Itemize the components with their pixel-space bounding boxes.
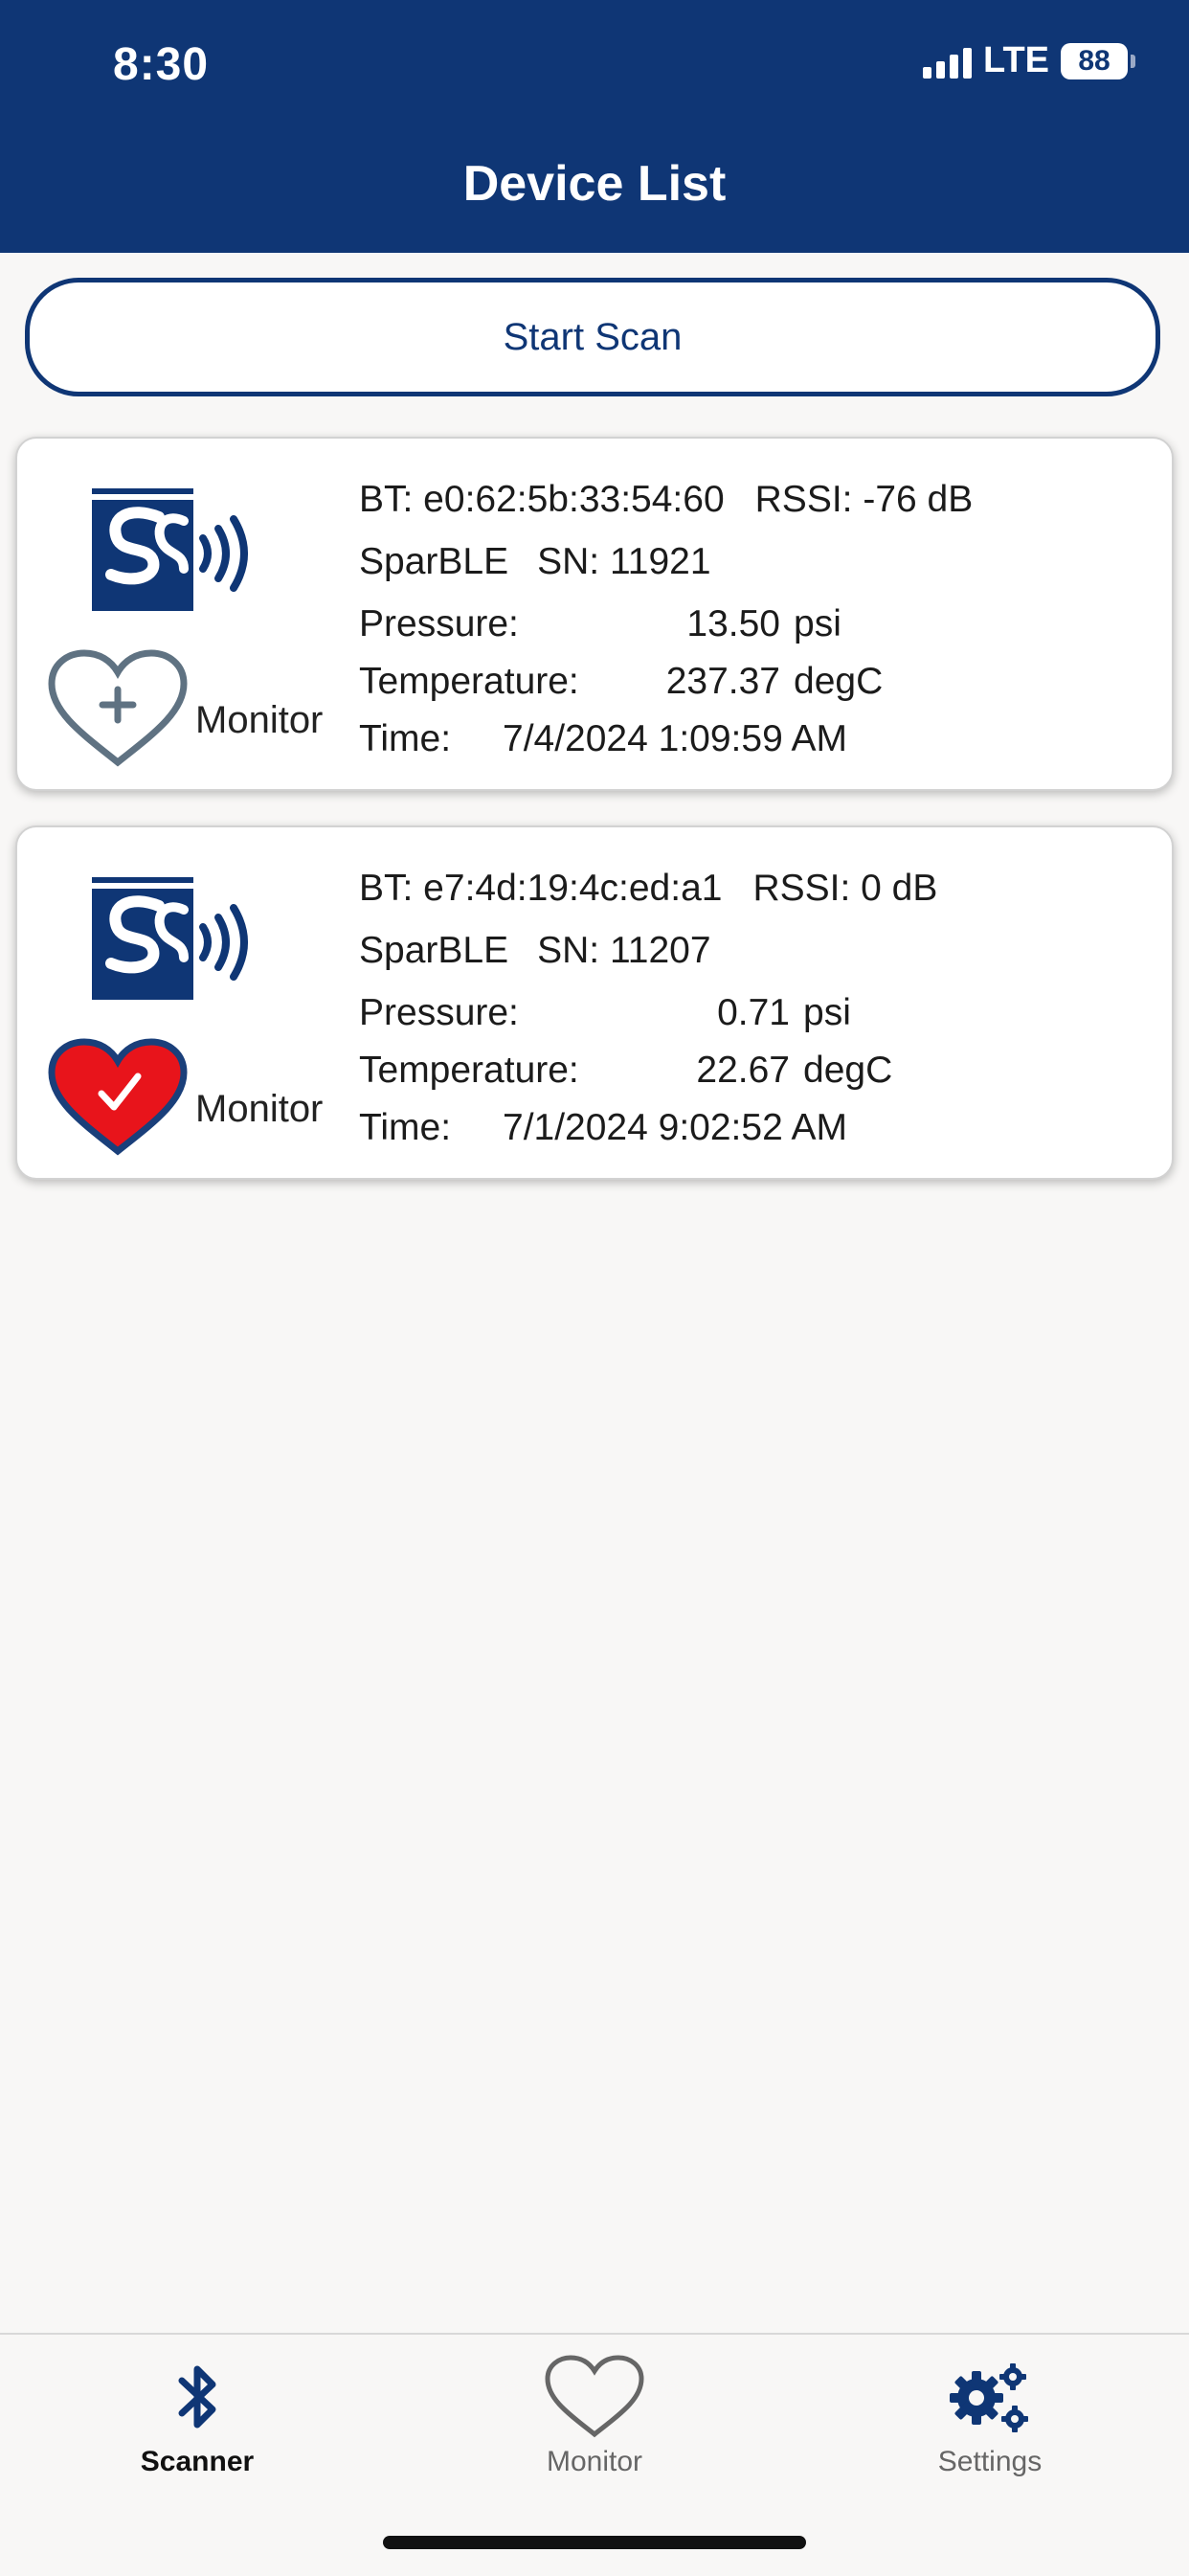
serial-number: SN: 11921 [537, 541, 711, 582]
time-label: Time: [359, 718, 452, 759]
heart-check-icon [48, 1038, 188, 1156]
tab-monitor[interactable]: Monitor [451, 2354, 738, 2478]
time-value: 7/1/2024 9:02:52 AM [503, 1107, 847, 1148]
tab-settings[interactable]: Settings [846, 2354, 1133, 2478]
header-bar: 8:30 LTE 88 Device List [0, 0, 1189, 253]
device-card[interactable]: Monitor BT: e7:4d:19:4c:ed:a1 RSSI: 0 dB… [15, 825, 1174, 1180]
pressure-value: 0.71 [717, 992, 790, 1033]
rssi-value: RSSI: -76 dB [754, 479, 974, 520]
temperature-label: Temperature: [359, 661, 579, 702]
device-info: BT: e0:62:5b:33:54:60 RSSI: -76 dB SparB… [359, 471, 973, 768]
device-name: SparBLE [359, 930, 509, 971]
tab-settings-label: Settings [937, 2446, 1043, 2477]
tab-monitor-label: Monitor [546, 2446, 643, 2477]
network-type: LTE [983, 40, 1049, 80]
temperature-value: 237.37 [665, 661, 780, 702]
temperature-label: Temperature: [359, 1050, 579, 1091]
device-name: SparBLE [359, 541, 509, 582]
device-info: BT: e7:4d:19:4c:ed:a1 RSSI: 0 dB SparBLE… [359, 860, 937, 1157]
pressure-label: Pressure: [359, 992, 519, 1033]
temperature-unit: degC [803, 1050, 893, 1091]
status-indicators: LTE 88 [923, 40, 1135, 81]
start-scan-button[interactable]: Start Scan [25, 278, 1160, 396]
monitor-toggle[interactable]: Monitor [46, 1036, 323, 1159]
home-indicator[interactable] [383, 2536, 806, 2549]
monitor-toggle[interactable]: Monitor [46, 647, 323, 770]
page-title: Device List [462, 156, 727, 212]
temperature-value: 22.67 [696, 1050, 790, 1091]
battery-icon: 88 [1061, 42, 1135, 79]
bt-address: BT: e0:62:5b:33:54:60 [359, 479, 725, 520]
temperature-unit: degC [794, 661, 884, 702]
sparble-logo-icon [92, 877, 248, 1000]
tab-scanner-label: Scanner [140, 2446, 255, 2477]
pressure-label: Pressure: [359, 603, 519, 644]
status-time: 8:30 [113, 39, 210, 90]
device-card[interactable]: Monitor BT: e0:62:5b:33:54:60 RSSI: -76 … [15, 437, 1174, 791]
heart-icon [545, 2355, 644, 2438]
pressure-unit: psi [803, 992, 851, 1033]
pressure-value: 13.50 [686, 603, 780, 644]
time-label: Time: [359, 1107, 452, 1148]
monitor-label: Monitor [195, 1087, 324, 1130]
start-scan-label: Start Scan [503, 315, 683, 358]
serial-number: SN: 11207 [537, 930, 711, 971]
rssi-value: RSSI: 0 dB [752, 868, 938, 909]
tab-scanner[interactable]: Scanner [54, 2354, 341, 2478]
cellular-signal-icon [923, 44, 973, 79]
sparble-logo-icon [92, 488, 248, 611]
bt-address: BT: e7:4d:19:4c:ed:a1 [359, 868, 723, 909]
pressure-unit: psi [794, 603, 841, 644]
gears-icon [950, 2363, 1028, 2432]
monitor-label: Monitor [195, 698, 324, 741]
time-value: 7/4/2024 1:09:59 AM [503, 718, 847, 759]
heart-add-icon [48, 649, 188, 767]
battery-level: 88 [1078, 44, 1110, 77]
bluetooth-icon [178, 2365, 216, 2429]
